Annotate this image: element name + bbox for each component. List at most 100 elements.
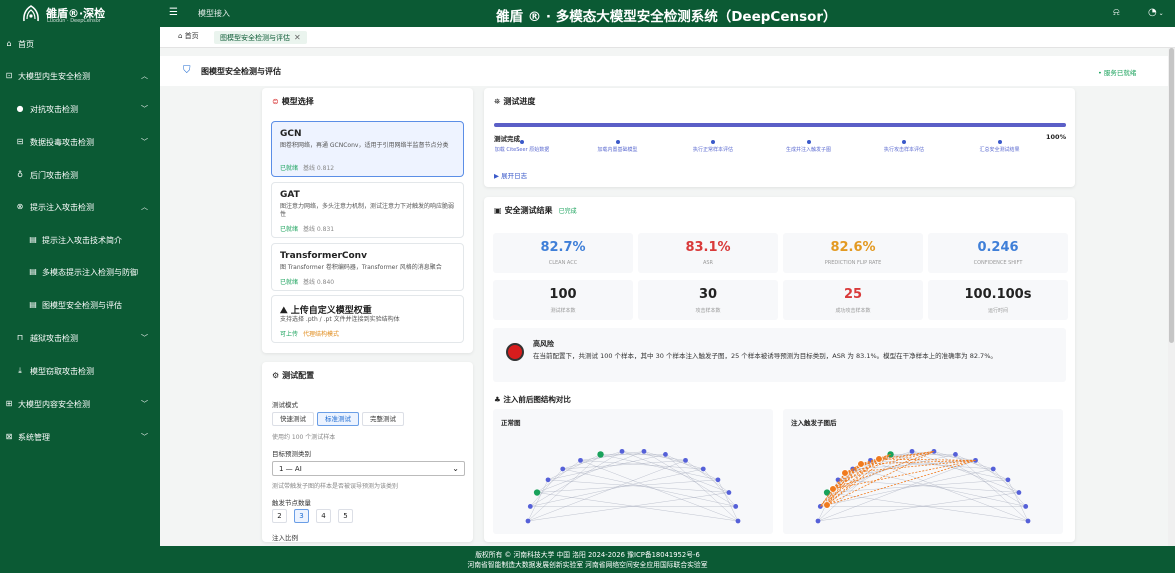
mode-hint: 使用约 100 个测试样本 bbox=[272, 434, 336, 441]
graph-edge bbox=[530, 468, 563, 507]
trigger-node bbox=[823, 501, 831, 509]
model-desc: 图 Transformer 卷积编码器，Transformer 风格的消息聚合 bbox=[280, 264, 442, 271]
expand-log-link[interactable]: ▶ 展开日志 bbox=[494, 170, 527, 180]
mode-full-button[interactable]: 完整测试 bbox=[362, 412, 404, 426]
page-title: 图模型安全检测与评估 bbox=[201, 67, 281, 76]
risk-panel: 高风险 在当前配置下，共测试 100 个样本，其中 30 个样本注入触发子图，2… bbox=[493, 328, 1066, 382]
bell-icon[interactable]: ⍾ bbox=[1113, 7, 1120, 18]
metric-card: 82.6% PREDICTION FLIP RATE bbox=[783, 233, 923, 273]
sidebar-item-poisoning[interactable]: ⊟ 数据投毒攻击检测 ﹀ bbox=[0, 131, 160, 153]
trigger-count-5[interactable]: 5 bbox=[338, 509, 353, 523]
progress-step: 汇总安全测试结果 bbox=[950, 140, 1050, 153]
results-card: ▣ 安全测试结果 已完成 82.7% CLEAN ACC 83.1% ASR 82.6% PR… bbox=[484, 197, 1075, 542]
menu-icon[interactable]: ☰ bbox=[169, 7, 178, 18]
model-option-transformerconv[interactable]: TransformerConv 图 Transformer 卷积编码器，Tran… bbox=[271, 243, 464, 291]
graph-edge bbox=[536, 460, 581, 493]
sidebar-item-label: 后门攻击检测 bbox=[30, 171, 78, 180]
sidebar-item-label: 模型窃取攻击检测 bbox=[30, 367, 94, 376]
trigger-count-4[interactable]: 4 bbox=[316, 509, 331, 523]
progress-icon: ⛯ bbox=[494, 97, 501, 106]
graph-node bbox=[560, 466, 566, 472]
graph-edge bbox=[665, 454, 719, 481]
metric-label: 运行时间 bbox=[987, 308, 1008, 314]
tab-graph-model[interactable]: 图模型安全检测与评估 ✕ bbox=[214, 31, 307, 44]
mode-quick-button[interactable]: 快速测试 bbox=[272, 412, 314, 426]
sidebar-item-adversarial[interactable]: ● 对抗攻击检测 ﹀ bbox=[0, 98, 160, 120]
injected-graph-panel: 注入触发子图后 bbox=[783, 409, 1063, 534]
sidebar-item-prompt-injection[interactable]: ⊗ 提示注入攻击检测 ︿ bbox=[0, 196, 160, 218]
sidebar-item-endogenous-security[interactable]: ⊡ 大模型内生安全检测 ︿ bbox=[0, 65, 160, 87]
graph-node bbox=[990, 466, 996, 472]
metric-value: 100 bbox=[549, 287, 577, 302]
graph-node bbox=[533, 489, 541, 496]
metric-label: 测试样本数 bbox=[550, 308, 576, 314]
graph-edge bbox=[527, 454, 601, 522]
lock-icon: ⊡ bbox=[5, 71, 13, 80]
trigger-node bbox=[841, 469, 849, 477]
step-label: 加载 CiteSeer 原始数据 bbox=[494, 147, 550, 153]
sidebar-item-home[interactable]: ⌂ 首页 bbox=[0, 33, 160, 55]
download-icon: ⤓ bbox=[18, 366, 22, 375]
model-option-gat[interactable]: GAT 图注意力网络，多头注意力机制，测试注意力下对触发的响应脆弱性 已就绪 基线… bbox=[271, 182, 464, 238]
step-dot-icon bbox=[902, 140, 906, 144]
target-label: 目标预测类别 bbox=[272, 450, 311, 458]
model-access-link[interactable]: 模型接入 bbox=[198, 8, 230, 19]
sidebar-item-jailbreak[interactable]: ⊓ 越狱攻击检测 ﹀ bbox=[0, 327, 160, 349]
model-name: GAT bbox=[280, 190, 300, 200]
graph-node bbox=[815, 518, 821, 524]
risk-indicator-icon bbox=[506, 343, 524, 361]
close-icon[interactable]: ✕ bbox=[294, 33, 301, 42]
graph-node bbox=[735, 518, 741, 524]
scrollbar[interactable] bbox=[1168, 48, 1175, 546]
upload-hint: 代理结构模式 bbox=[303, 331, 340, 338]
model-desc: 图注意力网络，多头注意力机制，测试注意力下对触发的响应脆弱性 bbox=[280, 203, 455, 218]
gear-icon: ⚙ bbox=[272, 371, 280, 380]
graph-node bbox=[909, 448, 915, 454]
target-class-select[interactable]: 1 — AI ⌄ bbox=[272, 461, 465, 476]
graph-icon: ♣ bbox=[494, 395, 504, 404]
upload-title-text: 上传自定义模型权重 bbox=[290, 306, 372, 316]
graph-node bbox=[545, 477, 551, 483]
normal-graph-panel: 正常图 bbox=[493, 409, 773, 534]
trigger-count-2[interactable]: 2 bbox=[272, 509, 287, 523]
step-label: 执行正常样本评估 bbox=[692, 147, 733, 153]
user-avatar-icon[interactable]: ◔ ⌄ bbox=[1148, 7, 1164, 18]
metric-value: 25 bbox=[843, 287, 863, 302]
sidebar-item-graph-model[interactable]: ▤ 图模型安全检测与评估 bbox=[0, 294, 160, 316]
upload-footer: 可上传 代理结构模式 bbox=[280, 329, 339, 338]
shield-check-icon: ⛉ bbox=[183, 65, 191, 76]
normal-graph bbox=[525, 448, 741, 524]
graph-edge bbox=[955, 454, 1009, 481]
graph-node bbox=[700, 466, 706, 472]
upload-model-weights[interactable]: ⛰ 上传自定义模型权重 支持选择 .pth / .pt 文件并连接到实验结构体 … bbox=[271, 295, 464, 343]
trigger-node bbox=[857, 460, 865, 468]
sidebar-item-model-stealing[interactable]: ⤓ 模型窃取攻击检测 bbox=[0, 360, 160, 382]
logo[interactable]: 雒盾®·深检 Luodun · DeepCensor bbox=[20, 3, 140, 25]
model-option-gcn[interactable]: GCN 图卷积网络，再通 GCNConv，适用于引用网络半监督节点分类 已就绪基… bbox=[271, 121, 464, 177]
sidebar-item-content-security[interactable]: ⊞ 大模型内容安全检测 ﹀ bbox=[0, 393, 160, 415]
mode-standard-button[interactable]: 标准测试 bbox=[317, 412, 359, 426]
chevron-down-icon: ﹀ bbox=[141, 334, 148, 342]
graph-edge bbox=[643, 451, 704, 470]
test-config-card: ⚙ 测试配置 测试模式 快速测试 标准测试 完整测试 使用约 100 个测试样本 … bbox=[262, 362, 473, 542]
trigger-count-3[interactable]: 3 bbox=[294, 509, 309, 523]
tab-home[interactable]: ⌂ 首页 bbox=[178, 31, 199, 44]
chevron-down-icon: ﹀ bbox=[141, 433, 148, 441]
metric-card: 83.1% ASR bbox=[638, 233, 778, 273]
card-title: ⛯ 测试进度 bbox=[494, 96, 535, 107]
graph-node bbox=[1005, 477, 1011, 483]
risk-title: 高风险 bbox=[533, 340, 554, 348]
model-select-title: 模型选择 bbox=[281, 97, 314, 106]
chevron-down-icon: ﹀ bbox=[141, 400, 148, 408]
step-dot-icon bbox=[997, 140, 1002, 144]
metric-label: CONFIDENCE SHIFT bbox=[973, 260, 1023, 266]
sidebar-item-multimodal-injection[interactable]: ▤ 多模态提示注入检测与防御 bbox=[0, 261, 160, 283]
sidebar-item-injection-intro[interactable]: ▤ 提示注入攻击技术简介 bbox=[0, 229, 160, 251]
metric-card: 100.100s 运行时间 bbox=[928, 280, 1068, 320]
database-icon: ⊟ bbox=[16, 137, 24, 146]
footer-copyright: 版权所有 © 河南科技大学 中国 洛阳 2024-2026 豫ICP备18041… bbox=[475, 551, 700, 559]
metric-label: PREDICTION FLIP RATE bbox=[824, 260, 882, 266]
sidebar-item-system-admin[interactable]: ⊠ 系统管理 ﹀ bbox=[0, 426, 160, 448]
scrollbar-thumb[interactable] bbox=[1169, 48, 1174, 343]
sidebar-item-backdoor[interactable]: ♁ 后门攻击检测 bbox=[0, 164, 160, 186]
